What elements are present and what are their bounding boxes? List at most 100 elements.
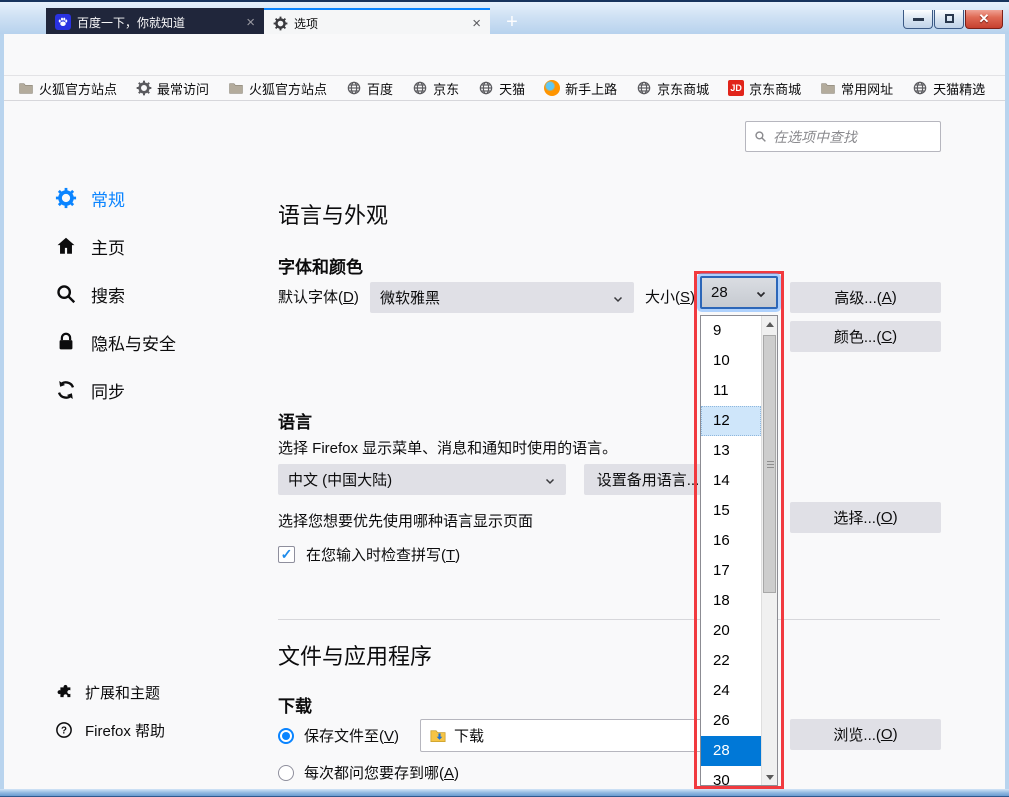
sidebar-item-label: 同步 [91, 378, 125, 403]
baidu-favicon-icon [55, 14, 71, 30]
tab-baidu[interactable]: 百度一下，你就知道 × [46, 8, 264, 36]
bookmark-item[interactable]: 天猫精选 [912, 79, 985, 98]
always-ask-radio[interactable] [278, 765, 294, 781]
tab-close-icon[interactable]: × [472, 16, 481, 31]
scroll-up-button[interactable] [762, 316, 778, 332]
bookmarks-overflow-chevron[interactable]: » [977, 78, 985, 95]
bookmark-folder[interactable]: 常用网址 [820, 79, 893, 98]
bookmark-folder[interactable]: 火狐官方站点 [228, 79, 327, 98]
sync-icon [55, 379, 77, 401]
font-size-dropdown-list: 9 10 11 12 13 14 15 16 17 18 20 22 24 26… [700, 315, 778, 786]
bookmark-folder[interactable]: 火狐官方站点 [18, 79, 117, 98]
section-title-language-appearance: 语言与外观 [278, 198, 388, 230]
spellcheck-label: 在您输入时检查拼写(T) [306, 544, 460, 565]
sidebar-item-label: 常规 [91, 186, 125, 211]
svg-text:?: ? [61, 725, 67, 736]
dropdown-scrollbar[interactable] [761, 316, 777, 785]
size-option[interactable]: 20 [701, 616, 761, 646]
bookmark-item[interactable]: 天猫 [478, 79, 525, 98]
font-size-select[interactable]: 28 [700, 276, 778, 309]
advanced-button[interactable]: 高级...(A) [790, 282, 941, 313]
size-option[interactable]: 10 [701, 346, 761, 376]
size-option[interactable]: 26 [701, 706, 761, 736]
default-font-select[interactable]: 微软雅黑 [370, 282, 634, 313]
window-border-bottom [0, 789, 1009, 797]
always-ask-row: 每次都问您要存到哪(A) [278, 757, 459, 788]
search-icon [754, 130, 767, 143]
find-in-options-input[interactable] [773, 129, 932, 145]
size-option[interactable]: 15 [701, 496, 761, 526]
close-icon: ✕ [966, 11, 1002, 27]
globe-icon [478, 80, 494, 96]
preferences-page: 常规 主页 搜索 隐私与安全 同步 扩展和主题 ? Firefox 帮助 语言与… [4, 101, 1005, 789]
maximize-button[interactable] [934, 10, 964, 29]
size-option[interactable]: 30 [701, 766, 761, 786]
ui-language-select[interactable]: 中文 (中国大陆) [278, 464, 566, 495]
scroll-down-button[interactable] [762, 769, 778, 785]
gear-icon [136, 80, 152, 96]
size-option[interactable]: 14 [701, 466, 761, 496]
sidebar-item-sync[interactable]: 同步 [55, 375, 125, 405]
new-tab-button[interactable]: + [500, 10, 524, 34]
font-size-label: 大小(S) [645, 282, 695, 313]
browse-button[interactable]: 浏览...(O) [790, 719, 941, 750]
set-alternative-languages-button[interactable]: 设置备用语言... [584, 464, 712, 495]
globe-icon [912, 80, 928, 96]
sidebar-item-home[interactable]: 主页 [55, 231, 125, 261]
size-option[interactable]: 11 [701, 376, 761, 406]
bookmark-item[interactable]: 新手上路 [544, 79, 617, 98]
folder-icon [820, 80, 836, 96]
size-option-selected[interactable]: 28 [701, 736, 761, 766]
sidebar-item-help[interactable]: ? Firefox 帮助 [55, 717, 165, 743]
page-language-text: 选择您想要优先使用哪种语言显示页面 [278, 510, 533, 531]
size-option[interactable]: 16 [701, 526, 761, 556]
size-option[interactable]: 24 [701, 676, 761, 706]
colors-button[interactable]: 颜色...(C) [790, 321, 941, 352]
size-option[interactable]: 9 [701, 316, 761, 346]
sidebar-item-extensions[interactable]: 扩展和主题 [55, 679, 160, 705]
save-to-label: 保存文件至(V) [304, 725, 399, 746]
choose-button[interactable]: 选择...(O) [790, 502, 941, 533]
save-files-row: 保存文件至(V) [278, 720, 399, 751]
size-option[interactable]: 13 [701, 436, 761, 466]
navigation-toolbar: Firefox [4, 34, 1005, 76]
size-option[interactable]: 17 [701, 556, 761, 586]
maximize-icon [945, 14, 954, 23]
download-folder-value: 下载 [454, 725, 484, 746]
close-button[interactable]: ✕ [965, 10, 1003, 29]
tab-close-icon[interactable]: × [246, 15, 255, 30]
scrollbar-thumb[interactable] [763, 335, 776, 593]
tab-options[interactable]: 选项 × [264, 8, 490, 36]
sidebar-item-search[interactable]: 搜索 [55, 279, 125, 309]
sidebar-item-label: 隐私与安全 [91, 330, 176, 355]
bookmark-item[interactable]: 百度 [346, 79, 393, 98]
font-size-value: 28 [711, 284, 728, 301]
sidebar-item-label: 主页 [91, 234, 125, 259]
sidebar-item-general[interactable]: 常规 [55, 183, 125, 213]
chevron-down-icon [755, 287, 767, 299]
sidebar-item-label: Firefox 帮助 [85, 720, 165, 741]
size-option[interactable]: 22 [701, 646, 761, 676]
subsection-downloads: 下载 [278, 692, 312, 717]
chevron-down-icon [612, 292, 624, 304]
lock-icon [55, 331, 77, 353]
sidebar-item-privacy[interactable]: 隐私与安全 [55, 327, 176, 357]
find-in-options[interactable] [745, 121, 941, 152]
bookmark-item[interactable]: 最常访问 [136, 79, 209, 98]
titlebar: 百度一下，你就知道 × 选项 × + ✕ [0, 0, 1009, 34]
bookmark-item[interactable]: JD京东商城 [728, 79, 801, 98]
firefox-icon [544, 80, 560, 96]
minimize-button[interactable] [903, 10, 933, 29]
home-icon [55, 235, 77, 257]
font-select-value: 微软雅黑 [380, 287, 440, 308]
bookmark-item[interactable]: 京东商城 [636, 79, 709, 98]
sidebar-item-label: 扩展和主题 [85, 682, 160, 703]
save-to-radio[interactable] [278, 728, 294, 744]
size-option[interactable]: 18 [701, 586, 761, 616]
subsection-fonts-colors: 字体和颜色 [278, 253, 363, 278]
spellcheck-checkbox[interactable]: ✓ [278, 546, 295, 563]
size-dropdown-annotation: 28 9 10 11 12 13 14 15 16 17 18 20 22 24… [694, 271, 784, 789]
bookmark-item[interactable]: 京东 [412, 79, 459, 98]
size-option-hovered[interactable]: 12 [701, 406, 761, 436]
globe-icon [412, 80, 428, 96]
